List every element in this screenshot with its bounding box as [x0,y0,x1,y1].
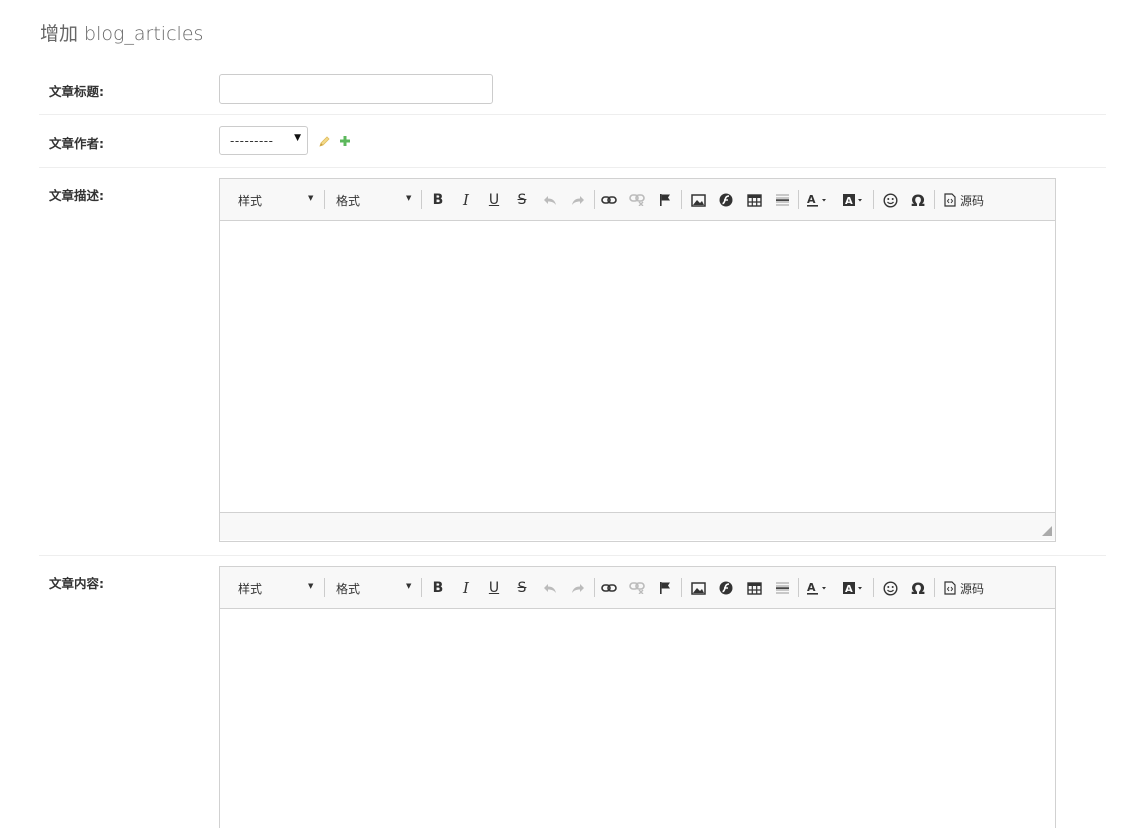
underline-icon[interactable]: U [483,189,505,211]
combo-caret-icon: ▼ [308,194,314,202]
title-label: 文章标题: [49,84,104,99]
unlink-icon[interactable] [626,189,648,211]
source-icon [944,193,956,207]
svg-text:A: A [807,193,816,206]
content-label: 文章内容: [49,576,104,591]
text-color-icon[interactable]: A [804,577,832,599]
editor-toolbar: 样式 ▼ 格式 ▼ B I U S A A Ω 源码 [220,179,1055,221]
description-label: 文章描述: [49,188,104,203]
anchor-flag-icon[interactable] [654,189,676,211]
description-editor: 样式 ▼ 格式 ▼ B I U S A A Ω 源码 [219,178,1056,542]
background-color-icon[interactable]: A [840,577,868,599]
svg-text:A: A [845,196,853,207]
bold-icon[interactable]: B [427,189,449,211]
unlink-icon[interactable] [626,577,648,599]
style-combo[interactable]: 样式 ▼ [238,191,318,209]
page-title: 增加 blog_articles [40,23,204,45]
italic-icon[interactable]: I [455,189,477,211]
editor-statusbar [220,512,1055,540]
svg-text:A: A [807,581,816,594]
svg-text:A: A [845,584,853,595]
flash-icon[interactable] [715,577,737,599]
link-icon[interactable] [598,189,620,211]
add-author-icon[interactable] [338,133,352,147]
redo-icon[interactable] [567,577,589,599]
horizontal-rule-icon[interactable] [771,577,793,599]
editor-toolbar: 样式 ▼ 格式 ▼ B I U S A A Ω 源码 [220,567,1055,609]
form-row-author: 文章作者: --------- ▼ [39,115,1106,168]
redo-icon[interactable] [567,189,589,211]
format-combo[interactable]: 格式 ▼ [336,191,416,209]
link-icon[interactable] [598,577,620,599]
smiley-icon[interactable] [879,189,901,211]
strikethrough-icon[interactable]: S [511,189,533,211]
special-char-icon[interactable]: Ω [907,189,929,211]
special-char-icon[interactable]: Ω [907,577,929,599]
author-select[interactable]: --------- ▼ [219,126,308,155]
table-icon[interactable] [743,189,765,211]
underline-icon[interactable]: U [483,577,505,599]
description-content-area[interactable] [220,221,1055,512]
table-icon[interactable] [743,577,765,599]
select-caret-icon: ▼ [294,133,301,143]
source-icon [944,581,956,595]
combo-caret-icon: ▼ [406,582,412,590]
undo-icon[interactable] [539,189,561,211]
smiley-icon[interactable] [879,577,901,599]
strikethrough-icon[interactable]: S [511,577,533,599]
edit-author-icon[interactable] [318,133,332,147]
style-combo[interactable]: 样式 ▼ [238,579,318,597]
content-editor: 样式 ▼ 格式 ▼ B I U S A A Ω 源码 [219,566,1056,828]
form-row-description: 文章描述: 样式 ▼ 格式 ▼ B I U S A A Ω 源码 [39,168,1106,556]
form-row-content: 文章内容: 样式 ▼ 格式 ▼ B I U S A A Ω 源码 [39,556,1106,828]
image-icon[interactable] [687,577,709,599]
undo-icon[interactable] [539,577,561,599]
bold-icon[interactable]: B [427,577,449,599]
form-row-title: 文章标题: [39,65,1106,115]
author-label: 文章作者: [49,136,104,151]
anchor-flag-icon[interactable] [654,577,676,599]
flash-icon[interactable] [715,189,737,211]
source-button[interactable]: 源码 [944,577,984,599]
horizontal-rule-icon[interactable] [771,189,793,211]
combo-caret-icon: ▼ [308,582,314,590]
text-color-icon[interactable]: A [804,189,832,211]
format-combo[interactable]: 格式 ▼ [336,579,416,597]
resize-grip-icon[interactable] [1042,526,1052,536]
combo-caret-icon: ▼ [406,194,412,202]
image-icon[interactable] [687,189,709,211]
author-select-value: --------- [230,134,274,148]
content-content-area[interactable] [220,609,1055,828]
title-input[interactable] [219,74,493,104]
background-color-icon[interactable]: A [840,189,868,211]
italic-icon[interactable]: I [455,577,477,599]
source-button[interactable]: 源码 [944,189,984,211]
